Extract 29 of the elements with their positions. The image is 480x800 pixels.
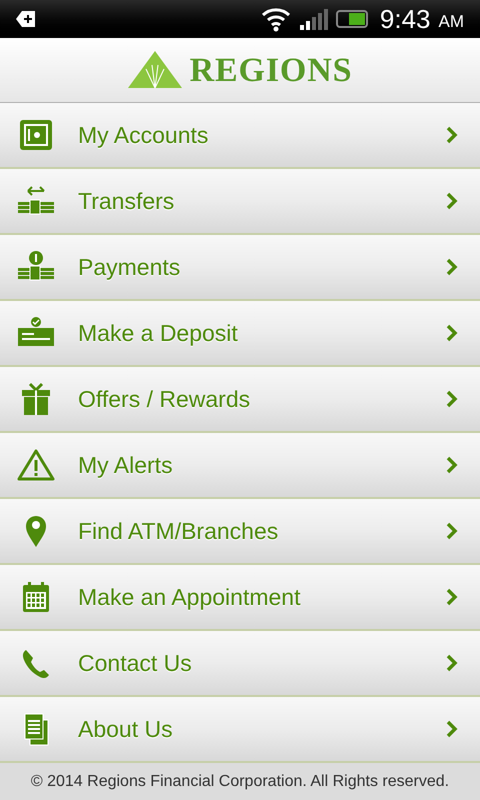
signal-icon: [300, 8, 328, 30]
menu-item[interactable]: My Alerts: [0, 433, 480, 499]
chevron-right-icon: [446, 258, 458, 276]
notification-icon: [16, 11, 36, 27]
logo-text: REGIONS: [190, 50, 352, 90]
logo-icon: [128, 51, 182, 89]
menu-item[interactable]: Transfers: [0, 169, 480, 235]
copyright-text: © 2014 Regions Financial Corporation. All Rights reserved.: [30, 772, 450, 792]
warning-icon: [16, 448, 56, 482]
wifi-icon: [260, 6, 292, 32]
chevron-right-icon: [446, 522, 458, 540]
menu-item[interactable]: Contact Us: [0, 631, 480, 697]
menu-item[interactable]: Make a Deposit: [0, 301, 480, 367]
clock-time: 9:43: [380, 2, 430, 36]
menu-item[interactable]: Make an Appointment: [0, 565, 480, 631]
chevron-right-icon: [446, 126, 458, 144]
chevron-right-icon: [446, 588, 458, 606]
menu-item[interactable]: About Us: [0, 697, 480, 763]
chevron-right-icon: [446, 456, 458, 474]
menu-item[interactable]: Payments: [0, 235, 480, 301]
clock-meridiem: AM: [438, 11, 464, 34]
menu-item[interactable]: My Accounts: [0, 103, 480, 169]
menu-item[interactable]: Offers / Rewards: [0, 367, 480, 433]
chevron-right-icon: [446, 720, 458, 738]
chevron-right-icon: [446, 390, 458, 408]
menu-item[interactable]: Find ATM/Branches: [0, 499, 480, 565]
chevron-right-icon: [446, 324, 458, 342]
chevron-right-icon: [446, 654, 458, 672]
chevron-right-icon: [446, 192, 458, 210]
